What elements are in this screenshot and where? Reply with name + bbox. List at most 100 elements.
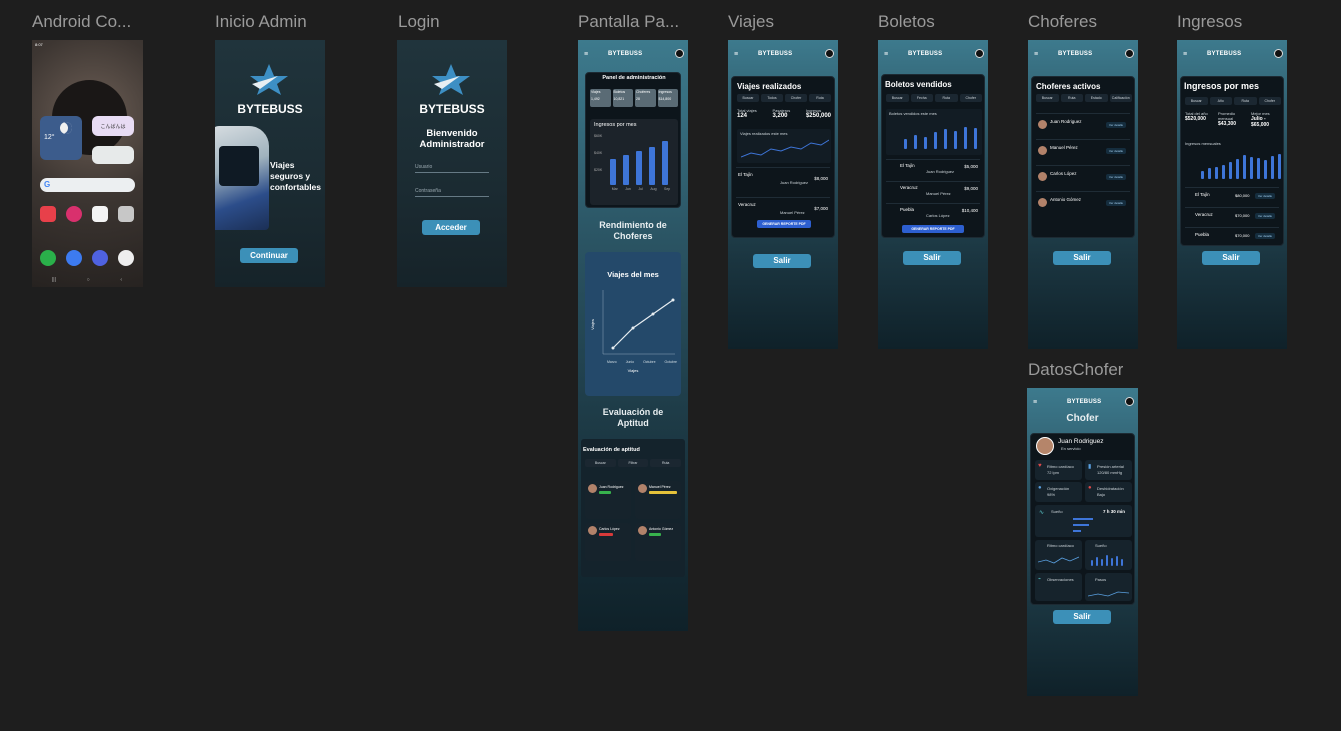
chip-chofer[interactable]: Chofer	[1258, 97, 1281, 105]
ticket-row[interactable]: Puebla Carlos López $10,400	[886, 203, 980, 223]
chip-buscar[interactable]: Buscar	[737, 94, 759, 102]
chip-chofer[interactable]: Chofer	[785, 94, 807, 102]
home-icon[interactable]: ○	[87, 277, 90, 283]
salir-button[interactable]: Salir	[753, 254, 811, 268]
frame-label-android[interactable]: Android Co...	[32, 12, 131, 32]
ver-detalle-button[interactable]: Ver detalle	[1106, 148, 1126, 154]
weather-widget[interactable]: 12°	[40, 116, 82, 160]
chip-fecha[interactable]: Fecha	[910, 94, 933, 102]
chip-filtrar[interactable]: Filtrar	[617, 459, 649, 467]
chip-calificacion[interactable]: Calificación	[1109, 94, 1132, 102]
generar-reporte-button[interactable]: GENERAR REPORTE PDF	[902, 225, 964, 233]
driver-eval-card[interactable]: Manuel Pérez	[635, 481, 681, 519]
frame-label-datos[interactable]: DatosChofer	[1028, 360, 1123, 380]
frame-label-login[interactable]: Login	[398, 12, 440, 32]
app-icon-flower[interactable]	[66, 206, 82, 222]
frame-label-pantalla[interactable]: Pantalla Pa...	[578, 12, 679, 32]
ver-detalle-button[interactable]: Ver detalle	[1106, 122, 1126, 128]
nav-bar[interactable]: ||| ○ ‹	[52, 277, 122, 283]
recent-apps-icon[interactable]: |||	[52, 277, 56, 283]
menu-icon[interactable]: ≡	[1034, 51, 1038, 58]
bar	[1264, 160, 1267, 179]
ingresos-chart: Ingresos por mes $60K $40K $20K Mar Jun Ju…	[590, 119, 678, 205]
frame-label-inicio[interactable]: Inicio Admin	[215, 12, 307, 32]
generar-reporte-button[interactable]: GENERAR REPORTE PDF	[757, 220, 811, 228]
chip-ruta[interactable]: Ruta	[650, 459, 682, 467]
chip-ruta[interactable]: Ruta	[935, 94, 958, 102]
usuario-input[interactable]: Usuario	[415, 164, 489, 173]
ver-detalle-button[interactable]: Ver detalle	[1106, 200, 1126, 206]
chip-ruta[interactable]: Ruta	[1060, 94, 1083, 102]
chip-ruta[interactable]: Ruta	[809, 94, 831, 102]
income-row[interactable]: El Tajín $80,000 Ver detalle	[1185, 187, 1279, 207]
app-icon-pocket[interactable]	[92, 206, 108, 222]
profile-avatar[interactable]	[1125, 397, 1134, 406]
phone-icon[interactable]	[40, 250, 56, 266]
frame-label-boletos[interactable]: Boletos	[878, 12, 935, 32]
driver-row[interactable]: Antonio Gómez Ver detalle	[1036, 191, 1130, 217]
profile-avatar[interactable]	[1125, 49, 1134, 58]
x-axis-label: Viajes	[627, 368, 639, 373]
frame-label-ingresos[interactable]: Ingresos	[1177, 12, 1242, 32]
menu-icon[interactable]: ≡	[884, 51, 888, 58]
driver-eval-card[interactable]: Juan Rodriguez	[585, 481, 631, 519]
back-icon[interactable]: ‹	[120, 277, 122, 283]
menu-icon[interactable]: ≡	[1033, 399, 1037, 406]
trip-row[interactable]: El Tajín Juan Rodriguez $8,000	[736, 167, 830, 197]
greeting-widget[interactable]: こんばんは	[92, 116, 134, 136]
salir-button[interactable]: Salir	[1053, 251, 1111, 265]
password-input[interactable]: Contraseña	[415, 188, 489, 197]
chip-ano[interactable]: Año	[1209, 97, 1232, 105]
continuar-button[interactable]: Continuar	[240, 248, 298, 263]
driver-row[interactable]: Juan Rodriguez Ver detalle	[1036, 113, 1130, 139]
ver-detalle-button[interactable]: Ver detalle	[1255, 193, 1275, 199]
browser-icon[interactable]	[92, 250, 108, 266]
chip-buscar[interactable]: Buscar	[1036, 94, 1059, 102]
driver-eval-card[interactable]: Antonio Gómez	[635, 523, 681, 561]
driver-name: Antonio Gómez	[1050, 197, 1082, 202]
income-row[interactable]: Veracruz $70,000 Ver detalle	[1185, 207, 1279, 227]
driver-eval-card[interactable]: Carlos López	[585, 523, 631, 561]
chart-label: Ingresos mensuales	[1185, 141, 1221, 146]
profile-avatar[interactable]	[825, 49, 834, 58]
driver-row[interactable]: Manuel Pérez Ver detalle	[1036, 139, 1130, 165]
chip-todos[interactable]: Todos	[761, 94, 783, 102]
menu-icon[interactable]: ≡	[1183, 51, 1187, 58]
messages-icon[interactable]	[66, 250, 82, 266]
driver-row[interactable]: Carlos López Ver detalle	[1036, 165, 1130, 191]
profile-avatar[interactable]	[675, 49, 684, 58]
ver-detalle-button[interactable]: Ver detalle	[1106, 174, 1126, 180]
frame-label-choferes[interactable]: Choferes	[1028, 12, 1097, 32]
salir-button[interactable]: Salir	[1202, 251, 1260, 265]
salir-button[interactable]: Salir	[1053, 610, 1111, 624]
metric-value: 72 lpm	[1047, 470, 1060, 475]
chip-estado[interactable]: Estado	[1085, 94, 1108, 102]
chip-buscar[interactable]: Buscar	[886, 94, 909, 102]
frame-label-viajes[interactable]: Viajes	[728, 12, 774, 32]
app-icon-google-folder[interactable]	[118, 206, 134, 222]
profile-avatar[interactable]	[975, 49, 984, 58]
stat-value: $520,000	[1185, 116, 1206, 122]
profile-avatar[interactable]	[1274, 49, 1283, 58]
ver-detalle-button[interactable]: Ver detalle	[1255, 233, 1275, 239]
app-icon-temu[interactable]	[40, 206, 56, 222]
ticket-row[interactable]: Veracruz Manuel Pérez $9,000	[886, 181, 980, 203]
google-search-bar[interactable]: G	[40, 178, 135, 192]
income-row[interactable]: Puebla $70,000 Ver detalle	[1185, 227, 1279, 245]
salir-button[interactable]: Salir	[903, 251, 961, 265]
menu-icon[interactable]: ≡	[584, 51, 588, 58]
ingresos-chips: Buscar Año Ruta Chofer	[1185, 97, 1281, 105]
toggle-widget[interactable]	[92, 146, 134, 164]
ticket-row[interactable]: El Tajín Juan Rodriguez $5,000	[886, 159, 980, 181]
menu-icon[interactable]: ≡	[734, 51, 738, 58]
chip-buscar[interactable]: Buscar	[1185, 97, 1208, 105]
acceder-button[interactable]: Acceder	[422, 220, 480, 235]
chip-chofer[interactable]: Chofer	[959, 94, 982, 102]
driver-name: Manuel Pérez	[649, 485, 671, 489]
chip-ruta[interactable]: Ruta	[1234, 97, 1257, 105]
y-axis-label: Viajes	[589, 319, 595, 330]
camera-icon[interactable]	[118, 250, 134, 266]
chip-buscar[interactable]: Buscar	[585, 459, 616, 467]
trip-row[interactable]: Veracruz Manuel Pérez $7,000	[736, 197, 830, 221]
ver-detalle-button[interactable]: Ver detalle	[1255, 213, 1275, 219]
